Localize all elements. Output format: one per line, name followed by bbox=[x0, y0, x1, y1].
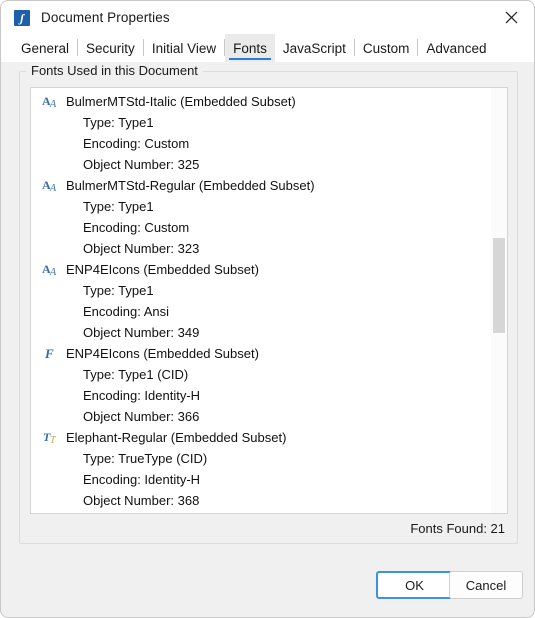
font-name: ENP4EIcons (Embedded Subset) bbox=[66, 262, 259, 277]
tab-fonts[interactable]: Fonts bbox=[225, 34, 275, 62]
font-entry-header: TT Elephant-Regular (Embedded Subset) bbox=[31, 511, 491, 513]
font-name: Elephant-Regular (Embedded Subset) bbox=[66, 430, 287, 445]
tab-advanced-label: Advanced bbox=[426, 40, 487, 56]
dialog-footer: OK Cancel bbox=[1, 553, 534, 617]
font-encoding: Encoding: Ansi bbox=[83, 304, 170, 319]
tab-initial-view[interactable]: Initial View bbox=[144, 34, 224, 62]
tab-bar: General Security Initial View Fonts Java… bbox=[1, 34, 534, 62]
tab-fonts-label: Fonts bbox=[233, 40, 267, 56]
app-icon-glyph: ʃ bbox=[20, 10, 24, 25]
list-item[interactable]: TT Elephant-Regular (Embedded Subset) Ty… bbox=[31, 427, 491, 511]
cancel-button[interactable]: Cancel bbox=[449, 571, 523, 599]
font-encoding: Encoding: Identity-H bbox=[83, 388, 201, 403]
tab-advanced[interactable]: Advanced bbox=[418, 34, 494, 62]
font-type: Type: Type1 (CID) bbox=[83, 367, 189, 382]
type1-font-icon: AA bbox=[42, 177, 57, 194]
font-object-number: Object Number: 366 bbox=[83, 409, 200, 424]
fonts-list-box[interactable]: AA BulmerMTStd-Italic (Embedded Subset) … bbox=[30, 87, 508, 514]
tab-security[interactable]: Security bbox=[78, 34, 143, 62]
font-entry-header: F ENP4EIcons (Embedded Subset) bbox=[31, 343, 491, 364]
list-item[interactable]: AA BulmerMTStd-Italic (Embedded Subset) … bbox=[31, 91, 491, 175]
ok-button[interactable]: OK bbox=[376, 571, 453, 599]
font-name: ENP4EIcons (Embedded Subset) bbox=[66, 346, 259, 361]
fonts-group-box: Fonts Used in this Document AA BulmerMTS… bbox=[19, 63, 518, 544]
font-encoding: Encoding: Custom bbox=[83, 220, 190, 235]
tab-security-label: Security bbox=[86, 40, 135, 56]
font-type: Type: TrueType (CID) bbox=[83, 451, 208, 466]
font-encoding: Encoding: Identity-H bbox=[83, 472, 201, 487]
tab-javascript-label: JavaScript bbox=[282, 40, 346, 56]
font-entry-header: AA BulmerMTStd-Italic (Embedded Subset) bbox=[31, 91, 491, 112]
close-icon[interactable] bbox=[488, 1, 534, 34]
fonts-list-content: AA BulmerMTStd-Italic (Embedded Subset) … bbox=[31, 88, 491, 513]
font-entry-header: TT Elephant-Regular (Embedded Subset) bbox=[31, 427, 491, 448]
font-object-number: Object Number: 368 bbox=[83, 493, 200, 508]
font-type: Type: Type1 bbox=[83, 283, 154, 298]
tab-javascript[interactable]: JavaScript bbox=[275, 34, 354, 62]
font-type: Type: Type1 bbox=[83, 115, 154, 130]
title-bar: ʃ Document Properties bbox=[1, 1, 534, 34]
fonts-group-label: Fonts Used in this Document bbox=[26, 63, 203, 78]
list-item[interactable]: TT Elephant-Regular (Embedded Subset) Ty… bbox=[31, 511, 491, 513]
font-object-number: Object Number: 325 bbox=[83, 157, 200, 172]
type1-cid-font-icon: F bbox=[45, 345, 54, 361]
type1-font-icon: AA bbox=[42, 93, 57, 110]
font-entry-header: AA BulmerMTStd-Regular (Embedded Subset) bbox=[31, 175, 491, 196]
font-entry-header: AA ENP4EIcons (Embedded Subset) bbox=[31, 259, 491, 280]
tab-custom-label: Custom bbox=[362, 40, 410, 56]
pdf-app-icon: ʃ bbox=[14, 9, 30, 26]
font-name: BulmerMTStd-Regular (Embedded Subset) bbox=[66, 178, 315, 193]
font-name: BulmerMTStd-Italic (Embedded Subset) bbox=[66, 94, 296, 109]
list-item[interactable]: F ENP4EIcons (Embedded Subset) Type: Typ… bbox=[31, 343, 491, 427]
font-type: Type: Type1 bbox=[83, 199, 154, 214]
scrollbar-thumb[interactable] bbox=[493, 238, 505, 333]
list-item[interactable]: AA BulmerMTStd-Regular (Embedded Subset)… bbox=[31, 175, 491, 259]
tab-custom[interactable]: Custom bbox=[355, 34, 418, 62]
font-encoding: Encoding: Custom bbox=[83, 136, 190, 151]
tab-general-label: General bbox=[21, 40, 70, 56]
type1-font-icon: AA bbox=[42, 261, 57, 278]
fonts-found-status: Fonts Found: 21 bbox=[410, 521, 505, 536]
tab-general[interactable]: General bbox=[13, 34, 77, 62]
font-object-number: Object Number: 349 bbox=[83, 325, 200, 340]
font-object-number: Object Number: 323 bbox=[83, 241, 200, 256]
document-properties-dialog: ʃ Document Properties General Security I… bbox=[0, 0, 535, 618]
window-title: Document Properties bbox=[41, 10, 170, 25]
list-item[interactable]: AA ENP4EIcons (Embedded Subset) Type: Ty… bbox=[31, 259, 491, 343]
vertical-scrollbar[interactable] bbox=[491, 88, 507, 513]
tab-initial-view-label: Initial View bbox=[151, 40, 217, 56]
truetype-font-icon: TT bbox=[43, 429, 56, 446]
